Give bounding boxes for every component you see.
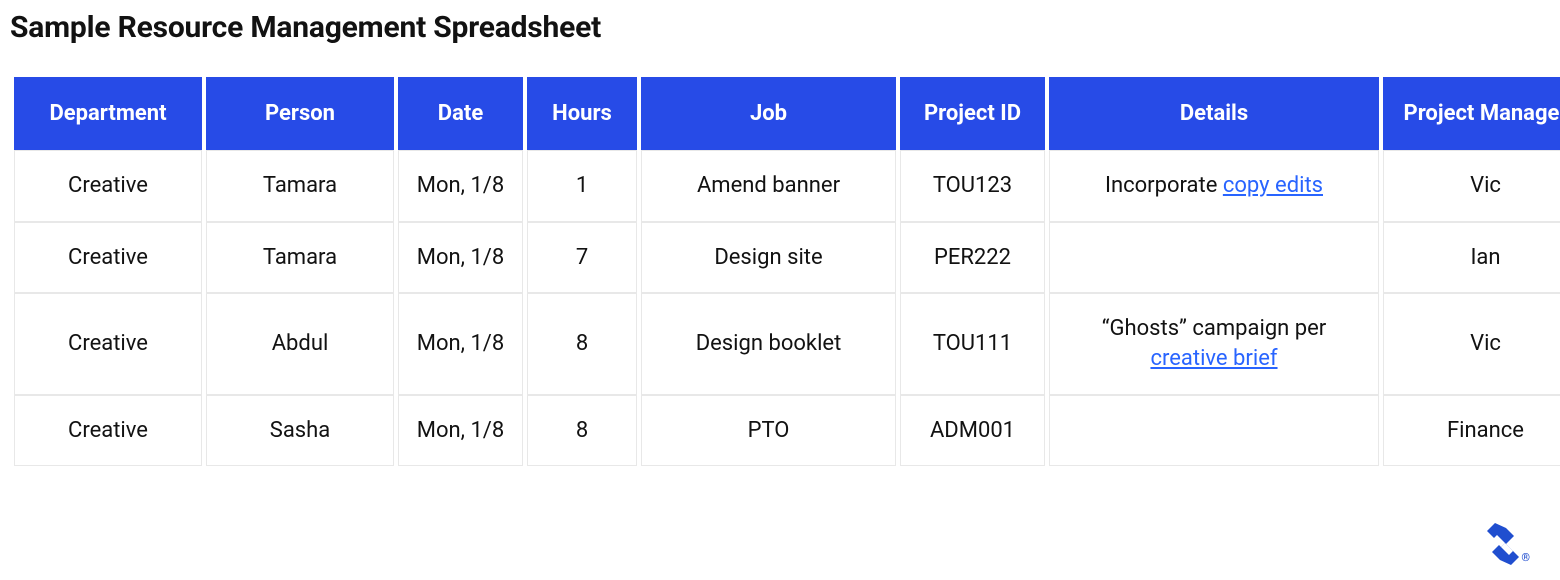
col-header-job: Job	[641, 77, 896, 150]
col-header-hours: Hours	[527, 77, 637, 150]
cell-job: Design site	[641, 222, 896, 294]
table-row: Creative Tamara Mon, 1/8 7 Design site P…	[14, 222, 1560, 294]
details-prefix: “Ghosts” campaign per	[1102, 316, 1327, 341]
cell-hours: 8	[527, 293, 637, 394]
resource-table: Department Person Date Hours Job Project…	[10, 77, 1560, 466]
col-header-project-manager: Project Manager	[1383, 77, 1560, 150]
details-link[interactable]: copy edits	[1223, 173, 1323, 198]
cell-person: Tamara	[206, 222, 394, 294]
cell-project-id: TOU111	[900, 293, 1045, 394]
table-row: Creative Abdul Mon, 1/8 8 Design booklet…	[14, 293, 1560, 394]
details-prefix: Incorporate	[1105, 173, 1223, 198]
cell-hours: 8	[527, 395, 637, 467]
cell-date: Mon, 1/8	[398, 293, 523, 394]
brand-logo: ®	[1487, 523, 1530, 565]
cell-project-manager: Ian	[1383, 222, 1560, 294]
table-row: Creative Sasha Mon, 1/8 8 PTO ADM001 Fin…	[14, 395, 1560, 467]
cell-date: Mon, 1/8	[398, 395, 523, 467]
cell-project-manager: Vic	[1383, 150, 1560, 222]
cell-job: Design booklet	[641, 293, 896, 394]
cell-date: Mon, 1/8	[398, 150, 523, 222]
cell-date: Mon, 1/8	[398, 222, 523, 294]
cell-department: Creative	[14, 293, 202, 394]
cell-job: Amend banner	[641, 150, 896, 222]
cell-job: PTO	[641, 395, 896, 467]
col-header-person: Person	[206, 77, 394, 150]
cell-department: Creative	[14, 222, 202, 294]
toptal-icon	[1487, 523, 1519, 565]
col-header-department: Department	[14, 77, 202, 150]
page-title: Sample Resource Management Spreadsheet	[10, 10, 1550, 45]
cell-project-manager: Finance	[1383, 395, 1560, 467]
col-header-project-id: Project ID	[900, 77, 1045, 150]
cell-details: Incorporate copy edits	[1049, 150, 1379, 222]
cell-details: “Ghosts” campaign per creative brief	[1049, 293, 1379, 394]
cell-hours: 1	[527, 150, 637, 222]
cell-project-manager: Vic	[1383, 293, 1560, 394]
col-header-date: Date	[398, 77, 523, 150]
details-link[interactable]: creative brief	[1150, 346, 1277, 371]
registered-mark: ®	[1521, 552, 1530, 565]
cell-project-id: TOU123	[900, 150, 1045, 222]
cell-details	[1049, 222, 1379, 294]
cell-project-id: ADM001	[900, 395, 1045, 467]
cell-person: Sasha	[206, 395, 394, 467]
cell-project-id: PER222	[900, 222, 1045, 294]
table-header-row: Department Person Date Hours Job Project…	[14, 77, 1560, 150]
cell-person: Abdul	[206, 293, 394, 394]
cell-department: Creative	[14, 395, 202, 467]
cell-hours: 7	[527, 222, 637, 294]
col-header-details: Details	[1049, 77, 1379, 150]
table-row: Creative Tamara Mon, 1/8 1 Amend banner …	[14, 150, 1560, 222]
cell-department: Creative	[14, 150, 202, 222]
cell-details	[1049, 395, 1379, 467]
cell-person: Tamara	[206, 150, 394, 222]
